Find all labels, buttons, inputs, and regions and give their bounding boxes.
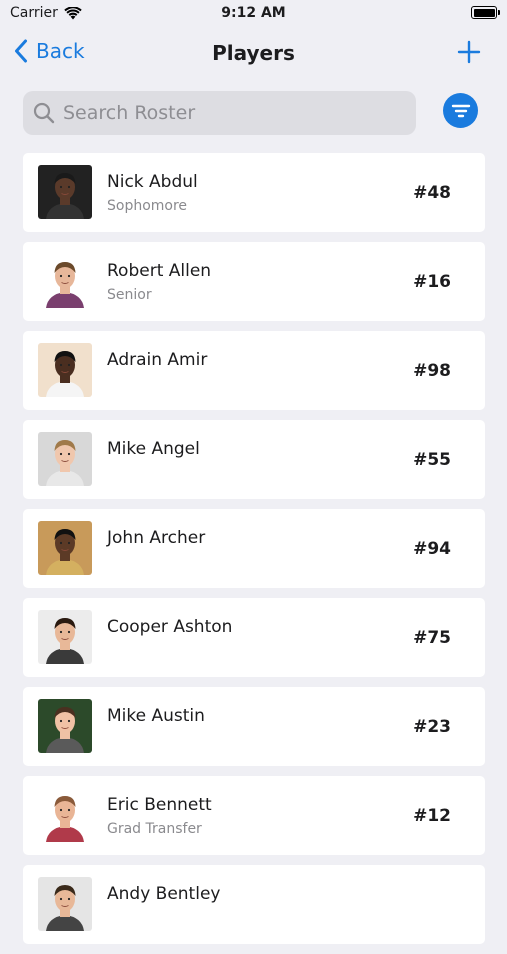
player-name: John Archer bbox=[107, 528, 206, 548]
player-jersey-number: #48 bbox=[413, 183, 451, 203]
player-row[interactable]: Andy Bentley bbox=[23, 865, 485, 944]
status-bar: Carrier 9:12 AM bbox=[0, 0, 507, 28]
player-photo-icon bbox=[38, 788, 92, 842]
add-player-button[interactable] bbox=[457, 40, 481, 64]
avatar bbox=[38, 521, 92, 575]
player-name: Nick Abdul bbox=[107, 172, 198, 192]
filter-button[interactable] bbox=[443, 93, 478, 128]
player-row[interactable]: Robert Allen Senior #16 bbox=[23, 242, 485, 321]
player-name: Eric Bennett bbox=[107, 795, 212, 815]
player-name: Robert Allen bbox=[107, 261, 212, 281]
filter-icon bbox=[451, 104, 470, 117]
player-name: Mike Angel bbox=[107, 439, 200, 459]
player-jersey-number: #12 bbox=[413, 806, 451, 826]
player-photo-icon bbox=[38, 254, 92, 308]
player-jersey-number: #23 bbox=[413, 717, 451, 737]
search-icon bbox=[33, 102, 55, 124]
player-jersey-number: #16 bbox=[413, 272, 451, 292]
player-photo-icon bbox=[38, 610, 92, 664]
avatar bbox=[38, 432, 92, 486]
player-row[interactable]: Nick Abdul Sophomore #48 bbox=[23, 153, 485, 232]
avatar bbox=[38, 610, 92, 664]
player-photo-icon bbox=[38, 877, 92, 931]
player-name: Mike Austin bbox=[107, 706, 205, 726]
player-name: Andy Bentley bbox=[107, 884, 221, 904]
avatar bbox=[38, 165, 92, 219]
page-title: Players bbox=[212, 41, 295, 65]
player-photo-icon bbox=[38, 699, 92, 753]
player-photo-icon bbox=[38, 343, 92, 397]
player-row[interactable]: Eric Bennett Grad Transfer #12 bbox=[23, 776, 485, 855]
avatar bbox=[38, 699, 92, 753]
player-photo-icon bbox=[38, 432, 92, 486]
search-row bbox=[23, 91, 483, 135]
player-row[interactable]: John Archer #94 bbox=[23, 509, 485, 588]
player-jersey-number: #55 bbox=[413, 450, 451, 470]
player-class-year: Sophomore bbox=[107, 198, 188, 214]
player-list: Nick Abdul Sophomore #48 Robert Allen Senior… bbox=[23, 153, 485, 954]
player-jersey-number: #75 bbox=[413, 628, 451, 648]
player-jersey-number: #94 bbox=[413, 539, 451, 559]
player-row[interactable]: Cooper Ashton #75 bbox=[23, 598, 485, 677]
player-name: Adrain Amir bbox=[107, 350, 208, 370]
player-row[interactable]: Mike Angel #55 bbox=[23, 420, 485, 499]
avatar bbox=[38, 877, 92, 931]
navigation-bar: Back Players bbox=[0, 32, 507, 76]
player-photo-icon bbox=[38, 165, 92, 219]
battery-icon bbox=[471, 6, 500, 19]
player-photo-icon bbox=[38, 521, 92, 575]
player-name: Cooper Ashton bbox=[107, 617, 233, 637]
search-bar[interactable] bbox=[23, 91, 416, 135]
player-row[interactable]: Mike Austin #23 bbox=[23, 687, 485, 766]
avatar bbox=[38, 788, 92, 842]
avatar bbox=[38, 254, 92, 308]
avatar bbox=[38, 343, 92, 397]
player-class-year: Grad Transfer bbox=[107, 821, 202, 837]
player-row[interactable]: Adrain Amir #98 bbox=[23, 331, 485, 410]
player-class-year: Senior bbox=[107, 287, 152, 303]
search-input[interactable] bbox=[61, 101, 395, 125]
player-jersey-number: #98 bbox=[413, 361, 451, 381]
status-time: 9:12 AM bbox=[221, 5, 286, 21]
